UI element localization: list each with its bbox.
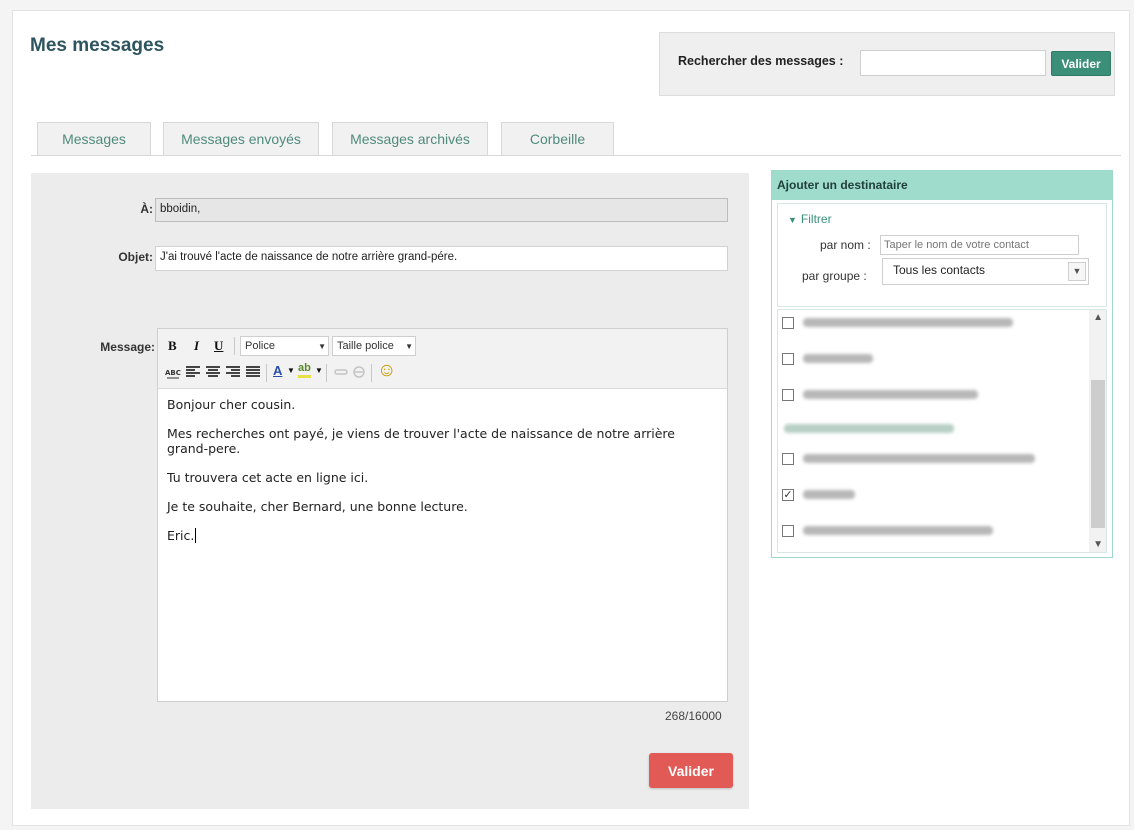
- contact-row[interactable]: [778, 450, 1090, 472]
- contact-group-header[interactable]: [778, 420, 1090, 442]
- font-select[interactable]: Police ▼: [240, 336, 329, 356]
- contact-name: [803, 490, 855, 499]
- tab-trash[interactable]: Corbeille: [501, 122, 614, 156]
- search-input[interactable]: [860, 50, 1046, 76]
- contact-row[interactable]: [778, 522, 1090, 544]
- contact-row[interactable]: [778, 350, 1090, 372]
- font-select-value: Police: [245, 340, 275, 352]
- contact-group-name: [784, 424, 954, 433]
- contact-checkbox[interactable]: [782, 453, 794, 465]
- toolbar-separator: [266, 364, 267, 382]
- size-select-value: Taille police: [337, 340, 394, 352]
- align-center-icon[interactable]: [206, 366, 220, 378]
- contact-name: [803, 390, 978, 399]
- tab-messages[interactable]: Messages: [37, 122, 151, 156]
- add-recipient-panel: Ajouter un destinataire ▼ Filtrer par nom…: [771, 170, 1113, 558]
- group-select-value: Tous les contacts: [893, 263, 986, 277]
- tab-sent-messages[interactable]: Messages envoyés: [163, 122, 319, 156]
- scroll-up-icon[interactable]: ▲: [1093, 312, 1103, 323]
- tabs-divider: [31, 155, 1121, 156]
- svg-text:ABC: ABC: [165, 369, 181, 377]
- unlink-icon[interactable]: [352, 365, 366, 379]
- triangle-down-icon: ▼: [788, 215, 797, 225]
- contact-checkbox[interactable]: [782, 525, 794, 537]
- align-left-icon[interactable]: [186, 366, 200, 378]
- message-signature: Eric.: [167, 528, 195, 543]
- chevron-down-icon: ▼: [318, 342, 326, 351]
- contact-checkbox[interactable]: [782, 317, 794, 329]
- align-justify-icon[interactable]: [246, 366, 260, 378]
- toolbar-separator: [326, 364, 327, 382]
- filter-box: ▼Filtrer par nom : par groupe : Tous les…: [777, 203, 1107, 307]
- contacts-list: ✓ ▲ ▼: [777, 309, 1107, 553]
- link-icon[interactable]: [334, 367, 348, 377]
- contact-checkbox[interactable]: [782, 353, 794, 365]
- text-color-icon[interactable]: A: [273, 362, 282, 380]
- to-field[interactable]: bboidin,: [155, 198, 728, 222]
- add-recipient-header: Ajouter un destinataire: [772, 171, 1112, 200]
- subject-label: Objet:: [118, 250, 153, 264]
- message-editor[interactable]: B I U Police ▼ Taille police ▼ ABC A ▼ a…: [157, 328, 728, 702]
- subject-field[interactable]: J'ai trouvé l'acte de naissance de notre…: [155, 246, 728, 271]
- group-select[interactable]: Tous les contacts ▼: [882, 258, 1089, 285]
- message-paragraph: Eric.​: [167, 528, 718, 543]
- spellcheck-icon[interactable]: ABC: [165, 364, 181, 380]
- message-paragraph: Bonjour cher cousin.: [167, 397, 296, 412]
- scroll-down-icon[interactable]: ▼: [1093, 539, 1103, 550]
- to-label: À:: [140, 202, 153, 216]
- filter-toggle[interactable]: ▼ Filtrer: [788, 212, 832, 226]
- chevron-down-icon: ▼: [405, 342, 413, 351]
- chevron-down-icon: ▼: [1068, 262, 1086, 281]
- contact-checkbox-checked[interactable]: ✓: [782, 489, 794, 501]
- size-select[interactable]: Taille police ▼: [332, 336, 416, 356]
- search-panel: Rechercher des messages : Valider: [659, 32, 1115, 96]
- contact-name: [803, 526, 993, 535]
- editor-toolbar: B I U Police ▼ Taille police ▼ ABC A ▼ a…: [158, 329, 727, 389]
- messages-page: Mes messages Rechercher des messages : V…: [12, 10, 1130, 826]
- filter-label: Filtrer: [800, 212, 832, 226]
- by-group-label: par groupe :: [802, 269, 867, 283]
- bold-button[interactable]: B: [168, 337, 177, 355]
- contact-name: [803, 454, 1035, 463]
- emoticon-icon[interactable]: ☺: [377, 361, 396, 381]
- contact-name-input[interactable]: [880, 235, 1079, 255]
- tab-archived-messages[interactable]: Messages archivés: [332, 122, 488, 156]
- toolbar-separator: [234, 337, 235, 355]
- contact-row[interactable]: ✓: [778, 486, 1090, 508]
- message-paragraph: Tu trouvera cet acte en ligne ici.: [167, 470, 369, 485]
- chevron-down-icon[interactable]: ▼: [315, 362, 323, 380]
- contact-name: [803, 318, 1013, 327]
- toolbar-separator: [371, 364, 372, 382]
- highlight-color-icon[interactable]: ab: [298, 362, 311, 378]
- italic-button[interactable]: I: [194, 337, 199, 355]
- contact-name: [803, 354, 873, 363]
- contacts-scrollbar[interactable]: ▲ ▼: [1089, 310, 1106, 552]
- message-label: Message:: [100, 340, 155, 354]
- text-cursor: ​: [195, 528, 197, 543]
- character-counter: 268/16000: [665, 709, 722, 723]
- chevron-down-icon[interactable]: ▼: [287, 362, 295, 380]
- search-submit-button[interactable]: Valider: [1051, 51, 1111, 76]
- message-paragraph: Mes recherches ont payé, je viens de tro…: [167, 426, 675, 456]
- contact-row[interactable]: [778, 314, 1090, 336]
- send-button[interactable]: Valider: [649, 753, 733, 788]
- search-label: Rechercher des messages :: [678, 54, 844, 68]
- compose-form: À: bboidin, Objet: J'ai trouvé l'acte de…: [31, 173, 749, 809]
- align-right-icon[interactable]: [226, 366, 240, 378]
- contact-checkbox[interactable]: [782, 389, 794, 401]
- by-name-label: par nom :: [820, 238, 871, 252]
- scrollbar-thumb[interactable]: [1091, 380, 1105, 528]
- message-paragraph: Je te souhaite, cher Bernard, une bonne …: [167, 499, 468, 514]
- contact-row[interactable]: [778, 386, 1090, 408]
- editor-content[interactable]: Bonjour cher cousin. Mes recherches ont …: [158, 389, 727, 565]
- underline-button[interactable]: U: [214, 337, 223, 355]
- page-title: Mes messages: [30, 35, 165, 56]
